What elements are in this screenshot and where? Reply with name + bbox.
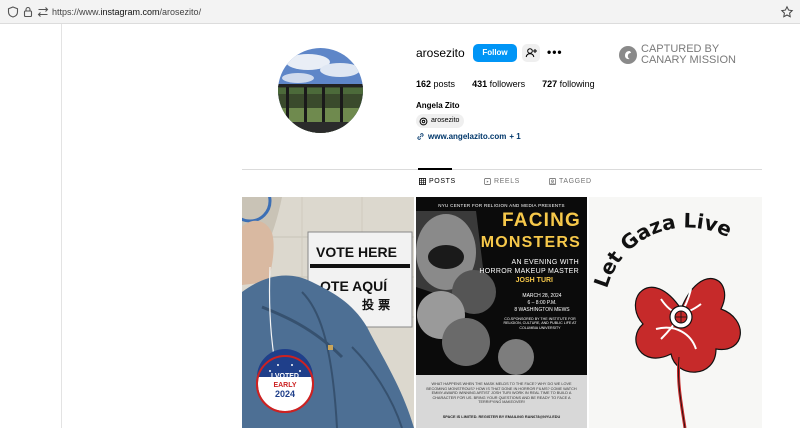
- threads-handle: arosezito: [431, 117, 460, 124]
- avatar-photo: [278, 48, 363, 133]
- profile-avatar[interactable]: [278, 48, 363, 133]
- tab-posts[interactable]: POSTS: [419, 178, 456, 185]
- bookmark-star-icon[interactable]: [780, 5, 794, 19]
- url-path: /arosezito/: [159, 7, 202, 17]
- suggested-users-button[interactable]: [522, 44, 540, 62]
- post-3-image: Let Gaza Live: [589, 197, 762, 428]
- more-options-button[interactable]: •••: [547, 45, 563, 59]
- left-nav-divider: [61, 24, 62, 428]
- flyer-time: 6 – 8:00 P.M.: [527, 300, 557, 306]
- url-field[interactable]: https://www.instagram.com/arosezito/: [52, 5, 201, 19]
- svg-text:EARLY: EARLY: [273, 382, 296, 389]
- following-link[interactable]: 727 following: [542, 79, 595, 89]
- flyer-place: 8 WASHINGTON MEWS: [514, 307, 570, 313]
- threads-icon: [419, 117, 428, 125]
- browser-address-bar: https://www.instagram.com/arosezito/: [0, 0, 800, 24]
- profile-username: arosezito: [416, 46, 465, 60]
- link-text: www.angelazito.com: [428, 132, 507, 141]
- flyer-blurb: WHAT HAPPENS WHEN THE MASK MELDS TO THE …: [426, 382, 577, 405]
- posts-count: 162 posts: [416, 79, 456, 89]
- reels-icon: [484, 178, 491, 185]
- post-tile-3[interactable]: Let Gaza Live: [589, 197, 762, 428]
- tab-tagged[interactable]: TAGGED: [549, 178, 592, 185]
- threads-badge[interactable]: arosezito: [416, 114, 465, 128]
- flyer-footer: SPACE IS LIMITED. REGISTER BY EMAILING R…: [442, 415, 561, 419]
- svg-text:VOTE HERE: VOTE HERE: [316, 244, 397, 260]
- tab-label-tagged: TAGGED: [559, 178, 592, 185]
- svg-text:投 票: 投 票: [362, 297, 390, 312]
- url-prefix: https://www.: [52, 7, 101, 17]
- site-permissions-icon[interactable]: [36, 5, 50, 19]
- flyer-cosponsor: CO-SPONSORED BY THE INSTITUTE FOR RELIGI…: [503, 317, 577, 330]
- post-tile-1[interactable]: VOTE HERE OTE AQUÍ 投 票 I VOTED EARLY 202…: [242, 197, 414, 428]
- flyer-title-1: FACING: [502, 210, 581, 231]
- link-icon: [417, 133, 424, 140]
- profile-full-name: Angela Zito: [416, 101, 460, 110]
- followers-link[interactable]: 431 followers: [472, 79, 525, 89]
- add-user-icon: [525, 48, 537, 58]
- flyer-title-2: MONSTERS: [480, 234, 581, 251]
- flyer-presenter: NYU CENTER FOR RELIGION AND MEDIA PRESEN…: [438, 203, 565, 208]
- flyer-line-2: HORROR MAKEUP MASTER: [479, 268, 579, 275]
- grid-icon: [419, 178, 426, 185]
- link-extra: + 1: [509, 132, 521, 141]
- active-tab-indicator: [418, 168, 452, 170]
- svg-text:I VOTED: I VOTED: [271, 373, 299, 380]
- tab-label-posts: POSTS: [429, 178, 456, 185]
- profile-stats: 162 posts 431 followers 727 following: [416, 79, 595, 89]
- canary-mission-watermark: CAPTURED BY CANARY MISSION: [619, 44, 736, 66]
- tabs-divider: [242, 169, 762, 170]
- flyer-date: MARCH 28, 2024: [522, 293, 562, 299]
- svg-text:2024: 2024: [275, 389, 295, 399]
- profile-external-link[interactable]: www.angelazito.com + 1: [416, 132, 521, 141]
- flyer-line-3: JOSH TURI: [515, 277, 553, 284]
- tab-label-reels: REELS: [494, 178, 520, 185]
- post-tile-2[interactable]: NYU CENTER FOR RELIGION AND MEDIA PRESEN…: [416, 197, 587, 428]
- tagged-icon: [549, 178, 556, 185]
- canary-mission-logo: [619, 46, 637, 64]
- lock-icon[interactable]: [21, 5, 35, 19]
- url-domain: instagram.com: [100, 7, 160, 17]
- follow-button[interactable]: Follow: [473, 44, 517, 62]
- flyer-line-1: AN EVENING WITH: [511, 259, 579, 266]
- tab-reels[interactable]: REELS: [484, 178, 520, 185]
- svg-text:OTE AQUÍ: OTE AQUÍ: [320, 278, 388, 294]
- shield-icon[interactable]: [6, 5, 20, 19]
- watermark-line2: CANARY MISSION: [641, 54, 736, 66]
- post-1-image: VOTE HERE OTE AQUÍ 投 票 I VOTED EARLY 202…: [242, 197, 414, 428]
